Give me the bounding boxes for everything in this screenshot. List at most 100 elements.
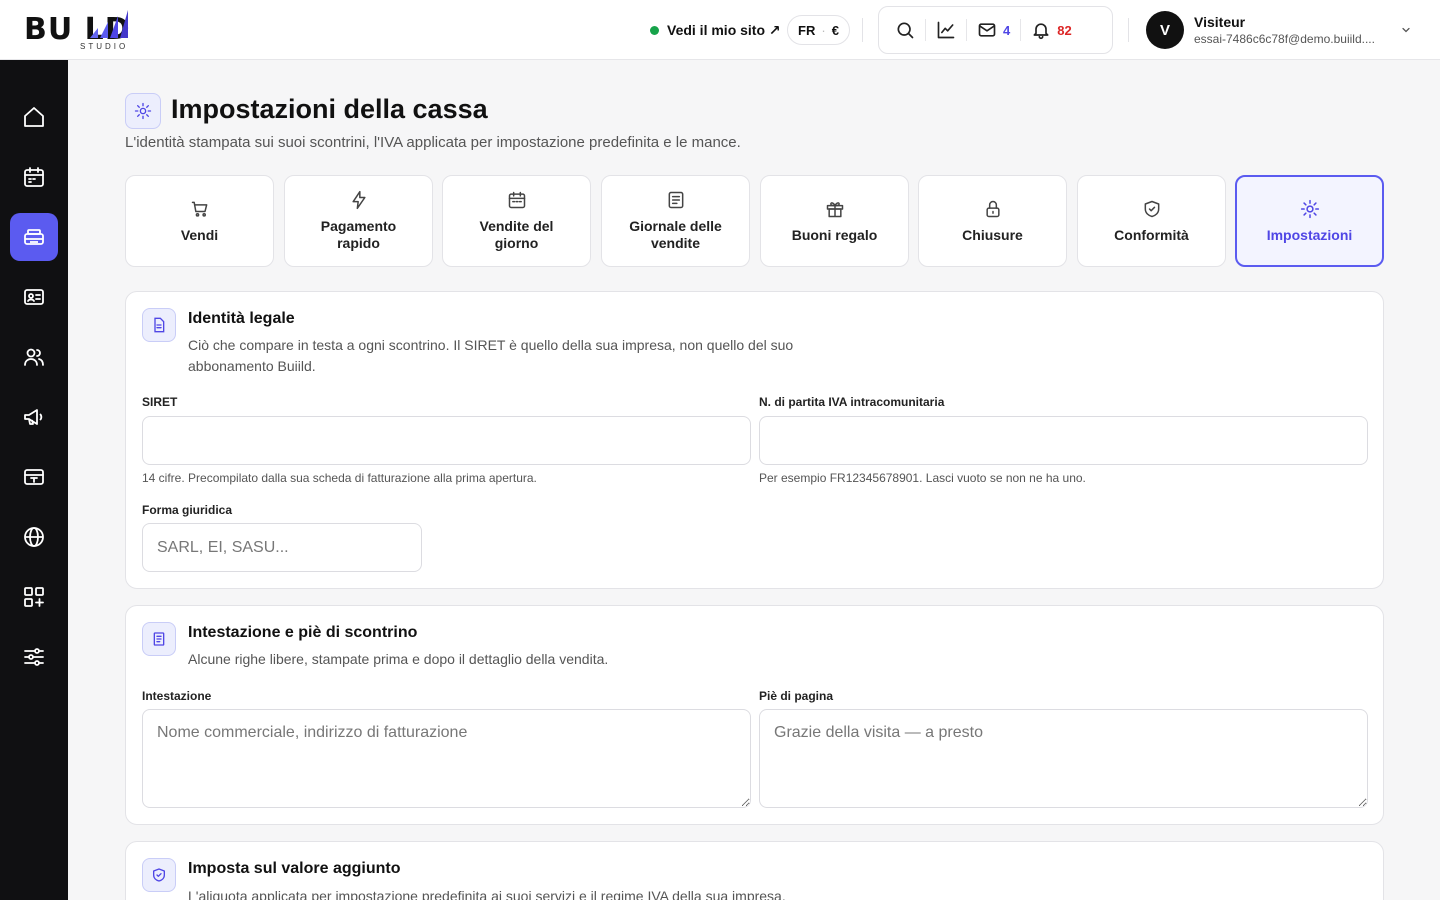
calendar-icon (508, 191, 525, 209)
payment-card-icon (24, 469, 44, 485)
document-icon (668, 191, 683, 209)
sidebar-item-payments[interactable] (10, 453, 58, 501)
card-title: Intestazione e piè di scontrino (188, 624, 418, 641)
header-tools: 4 82 (878, 6, 1113, 54)
megaphone-icon (24, 409, 43, 425)
tab-bar: Vendi Pagamento rapido Vendite del giorn… (125, 175, 1384, 267)
lock-icon (985, 200, 1000, 217)
tab-label: Vendi (180, 226, 219, 243)
sidebar-item-home[interactable] (10, 93, 58, 141)
sidebar-item-contacts[interactable] (10, 273, 58, 321)
logo[interactable]: BU LD STUDIO (24, 8, 184, 52)
mail-icon (978, 23, 996, 37)
sidebar-item-website[interactable] (10, 513, 58, 561)
sliders-icon (24, 648, 44, 666)
legal-form-input[interactable] (142, 523, 422, 572)
users-icon (24, 348, 44, 366)
tab-vendi[interactable]: Vendi (125, 175, 274, 267)
card-icon (142, 308, 176, 342)
sun-gear-icon (134, 102, 152, 120)
view-site-label: Vedi il mio sito ↗ (667, 21, 781, 38)
notification-count: 82 (1057, 22, 1072, 38)
tab-impostazioni[interactable]: Impostazioni (1235, 175, 1384, 267)
sidebar-item-apps[interactable] (10, 573, 58, 621)
shield-check-icon (1144, 200, 1159, 217)
document-text-icon (154, 317, 165, 333)
card-icon (142, 622, 176, 656)
vat-number-label: N. di partita IVA intracomunitaria (759, 395, 945, 409)
card-description: Alcune righe libere, stampate prima e do… (188, 651, 609, 667)
bell-icon (1033, 23, 1049, 40)
tab-label: Conformità (1114, 226, 1189, 243)
gift-icon (826, 201, 843, 217)
logo-subtitle: STUDIO (80, 42, 129, 51)
tab-vendite-del-giorno[interactable]: Vendite del giorno (442, 175, 591, 267)
page-icon (125, 93, 161, 129)
siret-label: SIRET (142, 395, 178, 409)
card-title: Imposta sul valore aggiunto (188, 860, 401, 877)
apps-add-icon (24, 587, 44, 607)
receipt-icon (153, 632, 165, 646)
page-title: Impostazioni della cassa (171, 94, 488, 124)
user-menu[interactable]: V Visiteur essai-7486c6c78f@demo.buiild.… (1146, 10, 1416, 50)
tab-giornale-delle-vendite[interactable]: Giornale delle vendite (601, 175, 750, 267)
chevron-down-icon (1402, 27, 1410, 33)
tab-chiusure[interactable]: Chiusure (918, 175, 1067, 267)
tab-buoni-regalo[interactable]: Buoni regalo (760, 175, 909, 267)
receipt-header-footer-card: Intestazione e piè di scontrino Alcune r… (125, 605, 1384, 825)
sidebar-item-register[interactable] (10, 213, 58, 261)
tab-label: Chiusure (962, 226, 1023, 243)
card-title: Identità legale (188, 310, 295, 327)
tab-label: Giornale delle vendite (629, 218, 722, 251)
shield-check-icon (153, 868, 165, 882)
vat-card: Imposta sul valore aggiunto L'aliquota a… (125, 841, 1384, 900)
home-icon (24, 107, 44, 127)
siret-hint: 14 cifre. Precompilato dalla sua scheda … (142, 471, 537, 485)
search-icon (897, 22, 914, 39)
tab-conformita[interactable]: Conformità (1077, 175, 1226, 267)
page-subtitle: L'identità stampata sui suoi scontrini, … (125, 134, 741, 151)
tab-label: Buoni regalo (791, 226, 878, 243)
receipt-header-label: Intestazione (142, 689, 212, 703)
siret-input[interactable] (142, 416, 751, 465)
receipt-footer-label: Piè di pagina (759, 689, 834, 703)
bolt-icon (351, 190, 366, 210)
search-button[interactable] (889, 14, 921, 46)
language-code: FR (798, 22, 816, 38)
view-site-link[interactable]: Vedi il mio sito ↗ (650, 18, 781, 42)
tab-pagamento-rapido[interactable]: Pagamento rapido (284, 175, 433, 267)
currency-symbol: € (831, 22, 839, 38)
receipt-footer-textarea[interactable] (759, 709, 1368, 808)
tab-label: Impostazioni (1266, 226, 1353, 243)
language-currency-selector[interactable]: FR · € (787, 15, 850, 45)
logo-bars-icon (90, 10, 128, 38)
divider (1128, 18, 1129, 42)
notifications-button[interactable]: 82 (1025, 14, 1077, 46)
calendar-icon (24, 167, 44, 187)
legal-identity-card: Identità legale Ciò che compare in testa… (125, 291, 1384, 589)
user-name: Visiteur (1194, 14, 1246, 30)
sidebar-item-calendar[interactable] (10, 153, 58, 201)
chart-line-icon (937, 21, 955, 39)
sidebar-item-marketing[interactable] (10, 393, 58, 441)
sidebar (0, 60, 68, 900)
user-email: essai-7486c6c78f@demo.buiild.... (1194, 32, 1375, 46)
contact-card-icon (24, 289, 44, 305)
divider (862, 18, 863, 42)
sidebar-item-clients[interactable] (10, 333, 58, 381)
vat-number-input[interactable] (759, 416, 1368, 465)
legal-form-label: Forma giuridica (142, 503, 233, 517)
messages-button[interactable]: 4 (971, 14, 1016, 46)
receipt-header-textarea[interactable] (142, 709, 751, 808)
sidebar-item-settings[interactable] (10, 633, 58, 681)
cart-icon (191, 201, 207, 217)
tab-label: Vendite del giorno (479, 218, 554, 251)
tab-label: Pagamento rapido (320, 218, 397, 251)
card-description: L'aliquota applicata per impostazione pr… (188, 888, 786, 900)
top-bar: BU LD STUDIO Vedi il mio sito ↗ FR · € 4 (0, 0, 1440, 60)
card-icon (142, 858, 176, 892)
sun-gear-icon (1300, 199, 1319, 218)
analytics-button[interactable] (930, 14, 962, 46)
card-description: Ciò che compare in testa a ogni scontrin… (188, 337, 794, 374)
online-status-dot (650, 25, 659, 35)
